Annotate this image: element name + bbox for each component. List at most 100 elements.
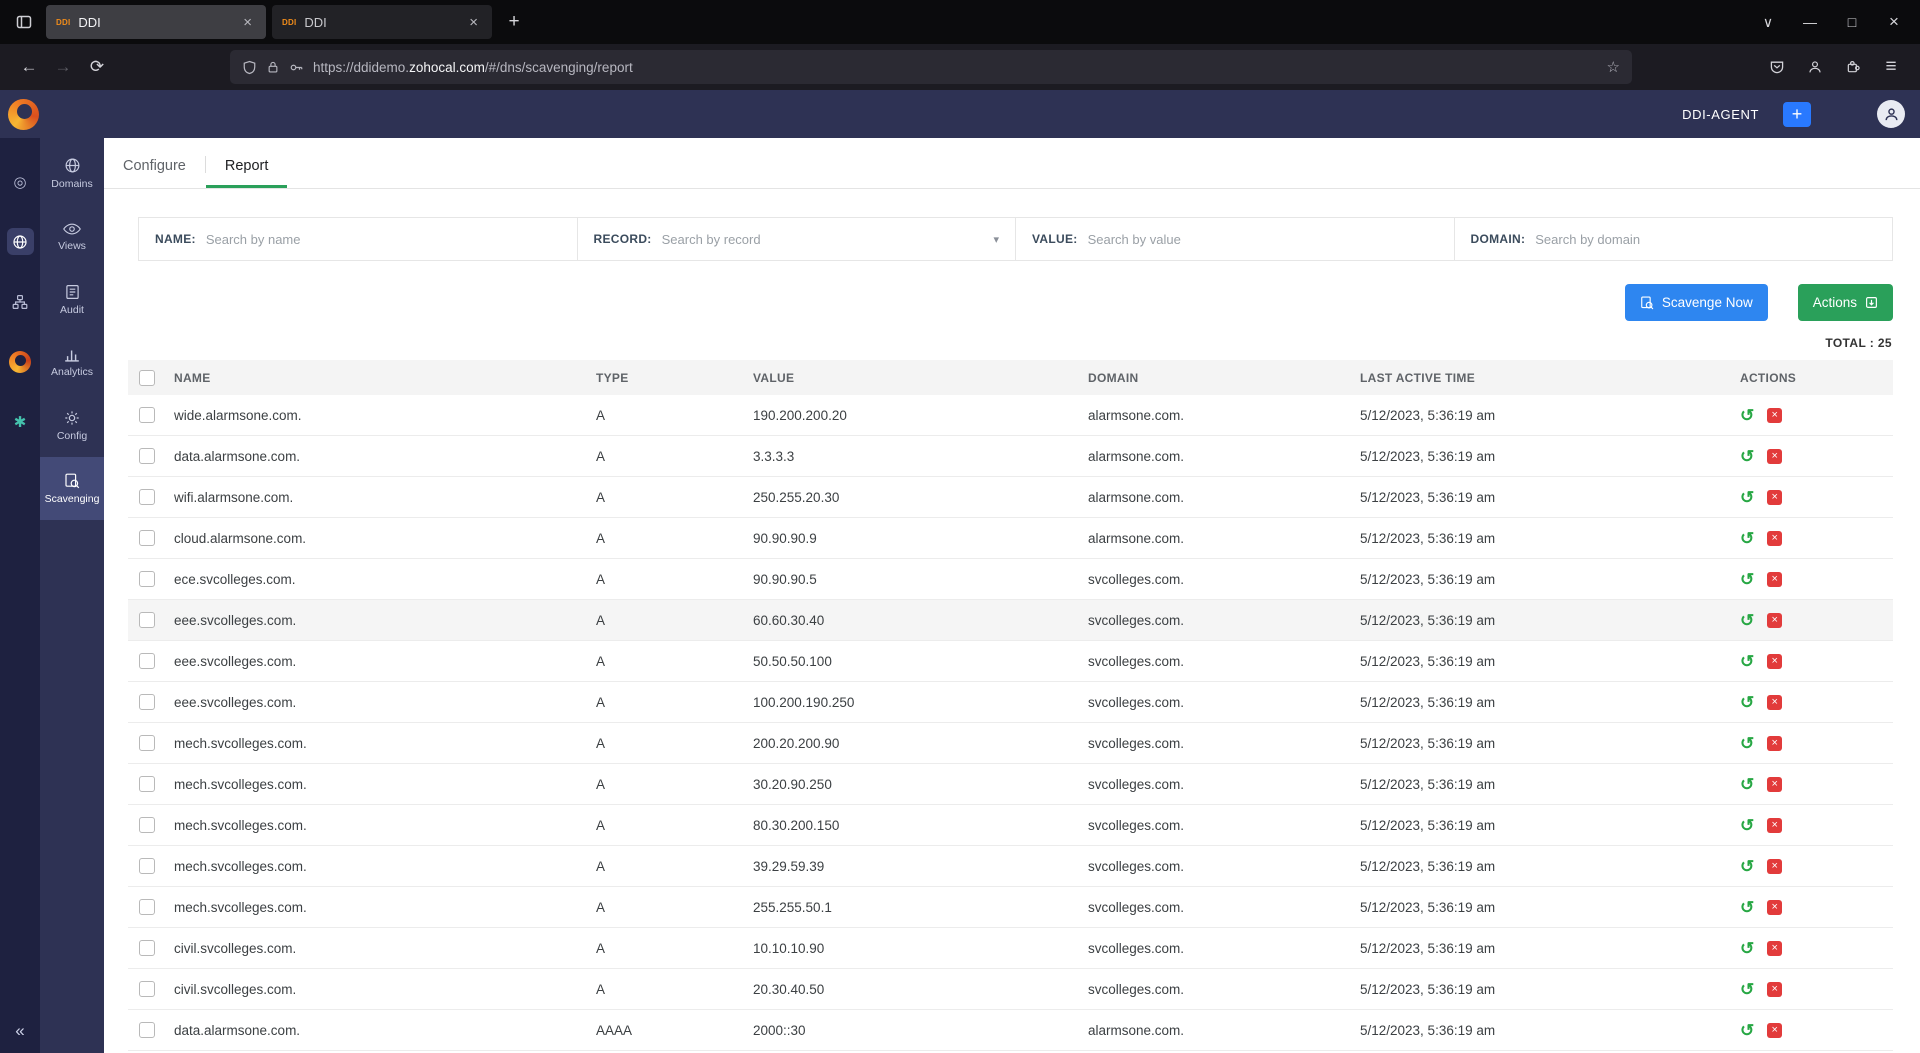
restore-history-icon[interactable]: ↺ xyxy=(1740,489,1754,506)
row-checkbox[interactable] xyxy=(139,448,155,464)
row-checkbox[interactable] xyxy=(139,407,155,423)
account-icon[interactable] xyxy=(1798,51,1832,83)
row-checkbox[interactable] xyxy=(139,612,155,628)
tab-close-icon[interactable]: × xyxy=(465,13,482,32)
monitoring-module-icon[interactable]: ◎ xyxy=(7,168,34,195)
back-button[interactable]: ← xyxy=(12,51,46,83)
delete-record-icon[interactable]: × xyxy=(1767,776,1783,792)
browser-tab-2[interactable]: DDI DDI × xyxy=(272,5,492,39)
shield-icon[interactable] xyxy=(242,60,257,75)
restore-history-icon[interactable]: ↺ xyxy=(1740,448,1754,465)
sidebar-item-audit[interactable]: Audit xyxy=(40,268,104,331)
delete-record-icon[interactable]: × xyxy=(1767,612,1783,628)
maximize-button[interactable]: □ xyxy=(1834,5,1870,39)
delete-record-icon[interactable]: × xyxy=(1767,899,1783,915)
record-search-input[interactable] xyxy=(661,231,984,247)
record-last-active-time: 5/12/2023, 5:36:19 am xyxy=(1360,489,1496,505)
delete-record-icon[interactable]: × xyxy=(1767,940,1783,956)
record-type: A xyxy=(596,940,606,956)
sidebar-item-domains[interactable]: Domains xyxy=(40,142,104,205)
restore-history-icon[interactable]: ↺ xyxy=(1740,940,1754,957)
row-checkbox[interactable] xyxy=(139,489,155,505)
row-checkbox[interactable] xyxy=(139,981,155,997)
reload-button[interactable]: ⟳ xyxy=(80,51,114,83)
delete-record-icon[interactable]: × xyxy=(1767,489,1783,505)
tab-close-icon[interactable]: × xyxy=(239,13,256,32)
restore-history-icon[interactable]: ↺ xyxy=(1740,858,1754,875)
lock-icon[interactable] xyxy=(266,60,280,74)
ipam-module-icon[interactable] xyxy=(7,288,34,315)
row-checkbox[interactable] xyxy=(139,1022,155,1038)
restore-history-icon[interactable]: ↺ xyxy=(1740,612,1754,629)
delete-record-icon[interactable]: × xyxy=(1767,530,1783,546)
delete-record-icon[interactable]: × xyxy=(1767,571,1783,587)
restore-history-icon[interactable]: ↺ xyxy=(1740,694,1754,711)
list-tabs-icon[interactable]: ∨ xyxy=(1750,5,1786,39)
restore-history-icon[interactable]: ↺ xyxy=(1740,571,1754,588)
key-permissions-icon[interactable] xyxy=(289,60,304,75)
user-avatar[interactable] xyxy=(1877,100,1905,128)
sidebar-item-config[interactable]: Config xyxy=(40,394,104,457)
value-search-input[interactable] xyxy=(1087,231,1438,247)
browser-tab-1[interactable]: DDI DDI × xyxy=(46,5,266,39)
delete-record-icon[interactable]: × xyxy=(1767,981,1783,997)
delete-record-icon[interactable]: × xyxy=(1767,1022,1783,1038)
firefox-view-icon[interactable] xyxy=(8,6,40,38)
row-checkbox[interactable] xyxy=(139,735,155,751)
sidebar-item-views[interactable]: Views xyxy=(40,205,104,268)
restore-history-icon[interactable]: ↺ xyxy=(1740,407,1754,424)
restore-history-icon[interactable]: ↺ xyxy=(1740,776,1754,793)
row-checkbox[interactable] xyxy=(139,858,155,874)
select-all-checkbox[interactable] xyxy=(139,369,155,386)
sidebar-item-scavenging[interactable]: Scavenging xyxy=(40,457,104,520)
delete-record-icon[interactable]: × xyxy=(1767,735,1783,751)
collapse-sidebar-button[interactable]: « xyxy=(0,1021,40,1041)
sidebar-item-analytics[interactable]: Analytics xyxy=(40,331,104,394)
url-bar[interactable]: https://ddidemo.zohocal.com/#/dns/scaven… xyxy=(230,50,1632,84)
domain-search-input[interactable] xyxy=(1535,231,1876,247)
menu-icon[interactable]: ≡ xyxy=(1874,51,1908,83)
new-tab-button[interactable]: + xyxy=(498,6,530,38)
delete-record-icon[interactable]: × xyxy=(1767,653,1783,669)
row-checkbox[interactable] xyxy=(139,940,155,956)
restore-history-icon[interactable]: ↺ xyxy=(1740,899,1754,916)
record-name: mech.svcolleges.com. xyxy=(174,817,307,833)
restore-history-icon[interactable]: ↺ xyxy=(1740,817,1754,834)
restore-history-icon[interactable]: ↺ xyxy=(1740,530,1754,547)
row-checkbox[interactable] xyxy=(139,530,155,546)
delete-record-icon[interactable]: × xyxy=(1767,694,1783,710)
add-button[interactable]: + xyxy=(1783,101,1811,127)
row-checkbox[interactable] xyxy=(139,694,155,710)
forward-button[interactable]: → xyxy=(46,51,80,83)
tab-report[interactable]: Report xyxy=(205,158,288,188)
row-checkbox[interactable] xyxy=(139,571,155,587)
delete-record-icon[interactable]: × xyxy=(1767,407,1783,423)
row-checkbox[interactable] xyxy=(139,653,155,669)
name-search-input[interactable] xyxy=(205,231,561,247)
scavenge-now-button[interactable]: Scavenge Now xyxy=(1624,284,1768,321)
record-name: civil.svcolleges.com. xyxy=(174,940,297,956)
actions-button[interactable]: Actions xyxy=(1797,284,1893,321)
restore-history-icon[interactable]: ↺ xyxy=(1740,735,1754,752)
pocket-icon[interactable] xyxy=(1760,51,1794,83)
delete-record-icon[interactable]: × xyxy=(1767,858,1783,874)
row-checkbox[interactable] xyxy=(139,899,155,915)
minimize-button[interactable]: — xyxy=(1792,5,1828,39)
chevron-down-icon[interactable]: ▾ xyxy=(993,233,999,246)
restore-history-icon[interactable]: ↺ xyxy=(1740,1022,1754,1039)
row-checkbox[interactable] xyxy=(139,817,155,833)
record-last-active-time: 5/12/2023, 5:36:19 am xyxy=(1360,694,1496,710)
restore-history-icon[interactable]: ↺ xyxy=(1740,981,1754,998)
restore-history-icon[interactable]: ↺ xyxy=(1740,653,1754,670)
window-close-button[interactable]: × xyxy=(1876,5,1912,39)
row-checkbox[interactable] xyxy=(139,776,155,792)
tab-configure[interactable]: Configure xyxy=(104,158,205,188)
record-name: data.alarmsone.com. xyxy=(174,1022,301,1038)
apps-module-icon[interactable]: ✱ xyxy=(7,408,34,435)
extensions-icon[interactable] xyxy=(1836,51,1870,83)
delete-record-icon[interactable]: × xyxy=(1767,817,1783,833)
delete-record-icon[interactable]: × xyxy=(1767,448,1783,464)
dns-module-icon[interactable] xyxy=(6,228,34,255)
brand-swirl-icon[interactable] xyxy=(7,348,34,375)
bookmark-star-icon[interactable]: ☆ xyxy=(1607,58,1620,76)
